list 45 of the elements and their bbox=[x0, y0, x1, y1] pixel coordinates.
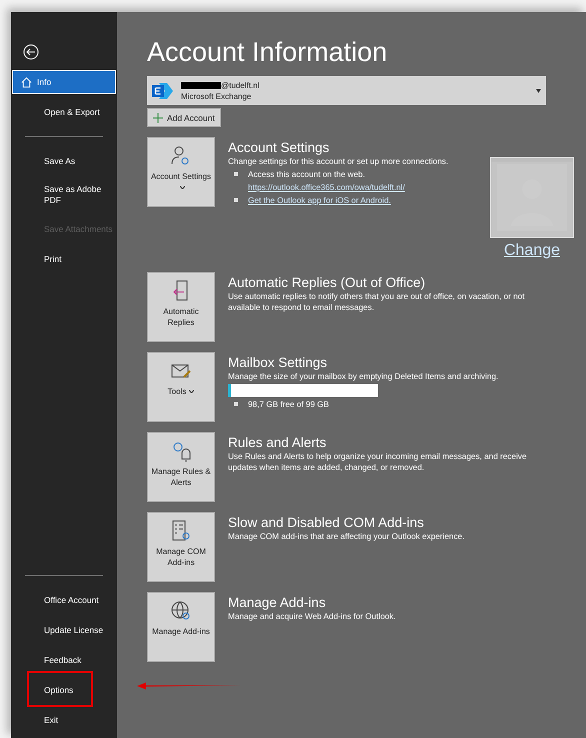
caret-icon bbox=[536, 89, 541, 93]
account-email: @tudelft.nl bbox=[181, 80, 260, 90]
section-description: Change settings for this account or set up more connections. bbox=[228, 156, 450, 167]
bullet-text: Access this account on the web. bbox=[248, 169, 366, 180]
menu-item[interactable]: Save as Adobe PDF bbox=[12, 179, 116, 211]
web-link[interactable]: Get the Outlook app for iOS or Android. bbox=[248, 195, 391, 206]
caret-icon bbox=[180, 186, 185, 190]
menu-item[interactable]: Save As bbox=[12, 149, 116, 173]
section-title: Mailbox Settings bbox=[228, 354, 328, 371]
section-title: Manage Add-ins bbox=[228, 594, 327, 611]
menu-item[interactable]: Office Account bbox=[12, 588, 116, 612]
back-icon[interactable] bbox=[23, 44, 39, 60]
section-title: Slow and Disabled COM Add-ins bbox=[228, 514, 425, 531]
section-description: Manage the size of your mailbox by emptying Deleted Items and archiving. bbox=[228, 371, 500, 382]
menu-item[interactable]: Update License bbox=[12, 618, 116, 642]
menu-item[interactable]: Print bbox=[12, 247, 116, 271]
add-account-button[interactable]: Add Account bbox=[147, 108, 221, 127]
plus-icon bbox=[153, 112, 163, 122]
menu-item[interactable]: Feedback bbox=[12, 648, 116, 672]
section-button[interactable]: Manage Add-ins bbox=[147, 592, 215, 662]
account-type: Microsoft Exchange bbox=[181, 92, 252, 100]
section-button[interactable]: Manage COM Add-ins bbox=[147, 512, 215, 582]
exchange-logo-icon bbox=[151, 80, 175, 100]
section-description: Manage and acquire Web Add-ins for Outlook. bbox=[228, 611, 397, 622]
section-button[interactable]: Manage Rules & Alerts bbox=[147, 432, 215, 502]
change-link[interactable]: Change bbox=[504, 242, 560, 260]
section-description: Manage COM add-ins that are affecting your Outlook experience. bbox=[228, 531, 466, 542]
storage-text: 98,7 GB free of 99 GB bbox=[248, 399, 330, 410]
menu-item[interactable]: Open & Export bbox=[12, 100, 116, 124]
home-icon bbox=[21, 76, 32, 88]
section-button[interactable]: Automatic Replies bbox=[147, 272, 215, 342]
account-dropdown[interactable]: @tudelft.nl Microsoft Exchange bbox=[147, 76, 546, 105]
menu-item[interactable]: Options bbox=[12, 678, 116, 702]
section-description: Use automatic replies to notify others that you are out of office, on vacation, or not available to respond to email messages. bbox=[228, 291, 526, 313]
section-title: Rules and Alerts bbox=[228, 434, 328, 451]
web-link[interactable]: https://outlook.office365.com/owa/tudelft.nl/ bbox=[248, 182, 405, 193]
section-button[interactable]: Tools bbox=[147, 352, 215, 422]
menu-item[interactable]: Info bbox=[12, 70, 116, 94]
section-button[interactable]: Account Settings bbox=[147, 137, 215, 207]
section-description: Use Rules and Alerts to help organize your incoming email messages, and receive updates when items are added, changed, or removed. bbox=[228, 451, 528, 473]
section-title: Account Settings bbox=[228, 139, 330, 156]
section-title: Automatic Replies (Out of Office) bbox=[228, 274, 426, 291]
menu-item[interactable]: Exit bbox=[12, 708, 116, 732]
caret-icon bbox=[189, 390, 194, 394]
page-title: Account Information bbox=[147, 36, 388, 68]
